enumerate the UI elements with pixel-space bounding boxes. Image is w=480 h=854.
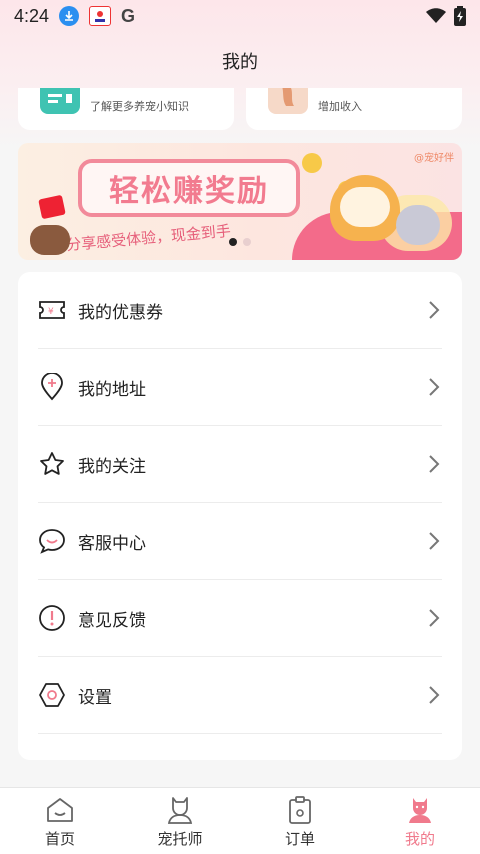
menu-item-label: 我的优惠券 [78,302,163,323]
battery-icon [454,6,466,26]
income-card[interactable]: 增加收入 [246,88,462,130]
coupon-icon: ¥ [38,296,66,324]
chevron-right-icon [429,455,440,473]
corgi-face [340,187,390,227]
google-icon: G [121,5,136,26]
banner-headline: 轻松赚奖励 [78,159,300,217]
status-bar: 4:24 G [0,0,480,32]
nav-label: 首页 [44,830,75,848]
order-icon [289,796,311,824]
profile-menu: ¥ 我的优惠券 我的地址 我的关注 客服中心 意见反馈 设置 [18,272,462,760]
location-pin-icon [38,373,66,401]
menu-item-label: 客服中心 [78,533,146,554]
bottom-navigation: 首页 宠托师 订单 我的 [0,787,480,854]
chevron-right-icon [429,532,440,550]
menu-item-coupons[interactable]: ¥ 我的优惠券 [38,272,442,349]
pet-sitter-icon [167,797,193,824]
menu-item-label: 我的关注 [78,456,146,477]
chevron-right-icon [429,301,440,319]
chevron-right-icon [429,686,440,704]
nav-label: 订单 [284,830,315,848]
svg-text:¥: ¥ [48,307,54,317]
nav-pet-sitter[interactable]: 宠托师 [120,788,240,854]
pagination-dot[interactable] [243,238,251,246]
menu-item-customer-service[interactable]: 客服中心 [38,503,442,580]
promo-banner[interactable]: 轻松赚奖励 分享感受体验，现金到手 @宠好伴 [18,143,462,260]
settings-icon [38,681,66,709]
download-icon [59,6,80,26]
red-envelope-icon [38,194,66,220]
pagination-dot-active[interactable] [229,238,237,246]
exclamation-icon [38,604,66,632]
star-icon [38,450,66,478]
chevron-right-icon [429,609,440,627]
menu-item-label: 意见反馈 [78,610,146,631]
coin-icon [302,153,322,173]
nav-label: 我的 [404,830,435,848]
menu-item-address[interactable]: 我的地址 [38,349,442,426]
status-time: 4:24 [14,5,50,26]
menu-item-follow[interactable]: 我的关注 [38,426,442,503]
income-icon [268,88,308,114]
banner-brand: @宠好伴 [414,153,454,164]
chevron-right-icon [429,378,440,396]
menu-item-feedback[interactable]: 意见反馈 [38,580,442,657]
page-title: 我的 [222,52,258,73]
income-card-subtitle: 增加收入 [318,100,362,113]
home-icon [47,798,73,822]
menu-item-label: 我的地址 [78,379,146,400]
nav-home[interactable]: 首页 [0,788,120,854]
banner-pagination [18,238,462,246]
nav-profile[interactable]: 我的 [360,788,480,854]
knowledge-icon [40,88,80,114]
nav-label: 宠托师 [157,830,203,848]
profile-icon [409,798,431,823]
chat-bubble-icon [38,527,66,555]
wifi-icon [426,8,446,23]
knowledge-card[interactable]: 了解更多养宠小知识 [18,88,234,130]
knowledge-card-subtitle: 了解更多养宠小知识 [90,100,189,113]
menu-item-settings[interactable]: 设置 [38,657,442,734]
menu-item-label: 设置 [78,687,112,708]
app-notification-icon [89,6,112,26]
nav-orders[interactable]: 订单 [240,788,360,854]
